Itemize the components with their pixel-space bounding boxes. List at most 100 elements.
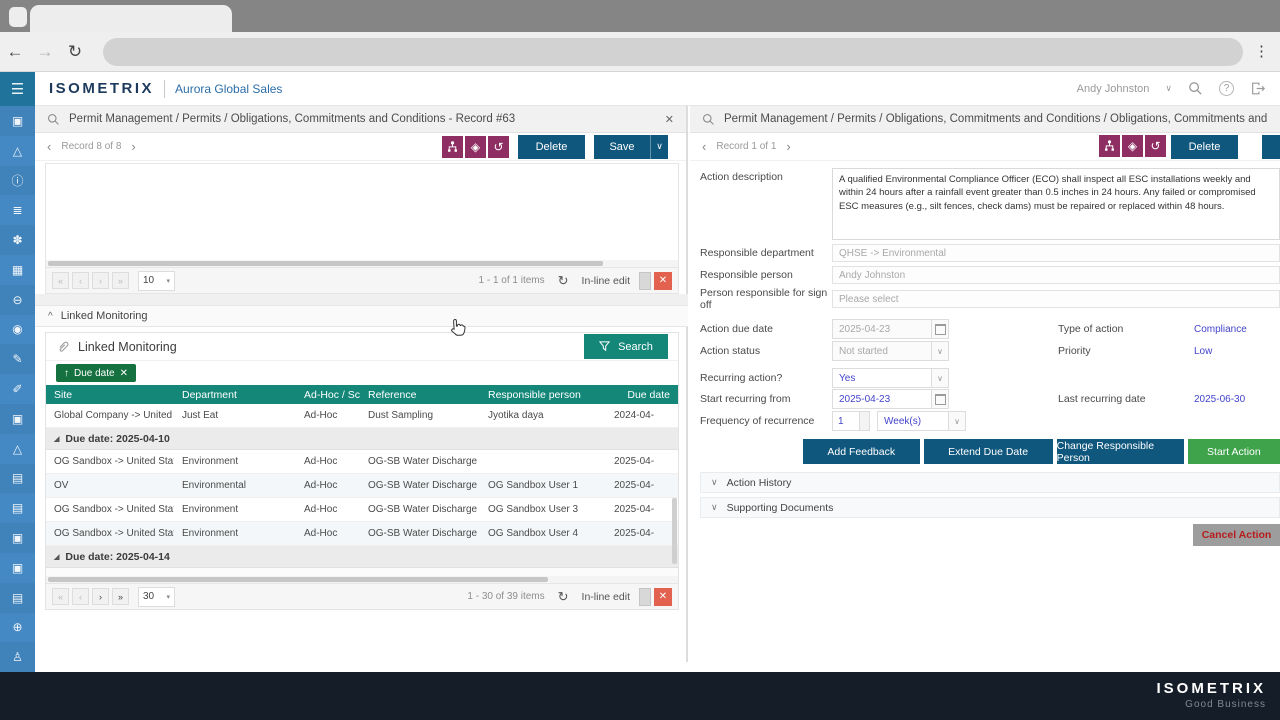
type-of-action-value[interactable]: Compliance [1194,324,1280,335]
sidebar-module-icon[interactable]: ⊕ [0,613,35,643]
stepper-buttons[interactable] [860,411,870,431]
workflow-icon[interactable] [1099,134,1120,157]
group-expand-icon[interactable]: ◢ [54,553,59,561]
recurring-action-select[interactable]: Yes ∨ [832,368,949,388]
last-page-button[interactable]: » [112,588,129,605]
inline-edit-toggle[interactable] [639,271,651,290]
search-icon[interactable] [47,113,60,126]
search-icon[interactable] [1188,81,1203,96]
table-row[interactable]: OG Sandbox -> United State... Environmen… [46,450,678,474]
frequency-unit-select[interactable]: Week(s) [877,411,949,431]
prev-record-icon[interactable]: ‹ [702,139,706,154]
chevron-down-icon[interactable]: ∨ [932,368,949,388]
delete-button[interactable]: Delete [1171,134,1238,159]
scrollbar-thumb[interactable] [48,577,548,582]
inline-edit-close-icon[interactable]: ✕ [654,271,672,290]
priority-value[interactable]: Low [1194,346,1280,357]
frequency-stepper[interactable]: 1 Week(s) ∨ [832,411,966,431]
sidebar-module-icon[interactable]: ▤ [0,463,35,494]
chip-close-icon[interactable]: ✕ [120,368,128,379]
frequency-value[interactable]: 1 [832,411,860,431]
last-recurring-date-value[interactable]: 2025-06-30 [1194,394,1280,405]
table-row[interactable]: OG Sandbox -> United State... Environmen… [46,522,678,546]
column-header-site[interactable]: Site [46,389,174,401]
forward-icon[interactable]: → [30,42,60,62]
save-button-partial[interactable] [1262,135,1280,159]
sidebar-module-icon[interactable]: ⊖ [0,284,35,315]
start-recurring-picker[interactable]: 2025-04-23 [832,389,949,409]
next-page-button[interactable]: › [92,272,109,289]
browser-menu-icon[interactable]: ⋮ [1254,42,1270,60]
cancel-action-button[interactable]: Cancel Action [1193,524,1280,546]
browser-tab[interactable] [30,5,232,32]
horizontal-scrollbar[interactable] [46,260,678,267]
action-history-section[interactable]: ∨ Action History [700,472,1280,493]
change-responsible-person-button[interactable]: Change Responsible Person [1056,439,1184,464]
user-chevron-icon[interactable]: ∨ [1165,83,1172,94]
first-page-button[interactable]: « [52,272,69,289]
save-dropdown-icon[interactable]: ∨ [650,134,668,159]
last-page-button[interactable]: » [112,272,129,289]
group-row[interactable]: ◢ Due date: 2025-04-10 [46,428,678,450]
prev-record-icon[interactable]: ‹ [47,139,51,154]
refresh-icon[interactable]: ↻ [558,273,569,289]
start-action-button[interactable]: Start Action [1187,439,1280,464]
logout-icon[interactable] [1250,81,1266,96]
column-header-adhoc[interactable]: Ad-Hoc / Sc... [296,389,360,401]
next-record-icon[interactable]: › [131,139,135,154]
next-record-icon[interactable]: › [786,139,790,154]
delete-button[interactable]: Delete [518,134,585,159]
chevron-down-icon[interactable]: ∨ [711,502,718,513]
inline-edit-close-icon[interactable]: ✕ [654,587,672,606]
responsible-department-field[interactable]: QHSE -> Environmental [832,244,1280,262]
sidebar-module-icon[interactable]: ♙ [0,642,35,673]
workflow-icon[interactable] [442,135,463,158]
add-feedback-button[interactable]: Add Feedback [803,439,920,464]
chevron-down-icon[interactable]: ∨ [949,411,966,431]
browser-window-control[interactable] [9,7,27,27]
address-bar[interactable] [103,38,1243,66]
prev-page-button[interactable]: ‹ [72,588,89,605]
column-header-due-date[interactable]: Due date [606,389,678,401]
sidebar-module-icon[interactable]: ▤ [0,582,35,613]
save-button[interactable]: Save [594,134,650,159]
prev-page-button[interactable]: ‹ [72,272,89,289]
back-icon[interactable]: ← [0,42,30,62]
sidebar-module-icon[interactable]: ▣ [0,553,35,583]
linked-monitoring-section-header[interactable]: ^ Linked Monitoring [35,305,688,327]
history-icon[interactable]: ↺ [488,135,509,158]
vertical-scrollbar-thumb[interactable] [672,498,677,564]
user-menu[interactable]: Andy Johnston [1077,83,1150,95]
table-row[interactable]: OV Environmental Ad-Hoc OG-SB Water Disc… [46,474,678,498]
help-icon[interactable]: ? [1219,81,1234,96]
sidebar-module-icon[interactable]: ⓘ [0,165,35,196]
sidebar-module-icon[interactable]: △ [0,136,35,166]
column-header-reference[interactable]: Reference [360,389,480,401]
history-icon[interactable]: ↺ [1145,134,1166,157]
layers-icon[interactable]: ◈ [1122,134,1143,157]
reload-icon[interactable]: ↻ [60,42,90,62]
sidebar-module-icon[interactable]: ≣ [0,195,35,225]
calendar-icon[interactable] [932,389,949,409]
action-description-textarea[interactable]: A qualified Environmental Compliance Off… [832,168,1280,240]
sidebar-module-icon[interactable]: ▣ [0,106,35,136]
collapse-icon[interactable]: ^ [48,311,53,322]
page-size-select[interactable]: 30 ▾ [138,586,175,607]
calendar-icon[interactable] [932,319,949,339]
chevron-down-icon[interactable]: ∨ [932,341,949,361]
hamburger-menu-icon[interactable]: ☰ [0,72,35,106]
layers-icon[interactable]: ◈ [465,135,486,158]
chevron-down-icon[interactable]: ∨ [711,477,718,488]
due-date-sort-chip[interactable]: ↑ Due date ✕ [56,364,136,382]
search-icon[interactable] [702,113,715,126]
column-header-department[interactable]: Department [174,389,296,401]
page-size-select[interactable]: 10 ▾ [138,270,175,291]
action-status-select[interactable]: Not started ∨ [832,341,949,361]
sidebar-module-icon[interactable]: ✎ [0,344,35,375]
sidebar-module-icon[interactable]: ▦ [0,255,35,285]
scrollbar-thumb[interactable] [48,261,603,266]
sign-off-select[interactable]: Please select [832,290,1280,308]
sidebar-module-icon[interactable]: ▣ [0,523,35,553]
sidebar-module-icon[interactable]: △ [0,434,35,464]
refresh-icon[interactable]: ↻ [558,589,569,605]
